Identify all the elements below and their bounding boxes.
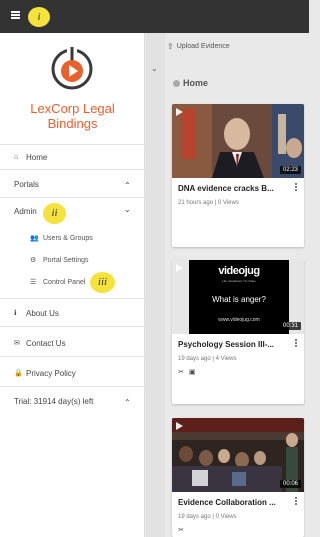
sidebar-divider: [0, 356, 145, 357]
scissors-icon: ✂: [178, 369, 184, 376]
video-card[interactable]: videojug Life. Explained. On Video What …: [172, 260, 304, 404]
annotation-marker-ii: ii: [43, 203, 66, 224]
chevron-down-icon[interactable]: ⌄: [124, 205, 131, 214]
sidebar-divider: [0, 169, 145, 170]
video-meta: 19 days ago | 4 Views: [178, 356, 237, 362]
video-url-text: www.videojug.com: [218, 317, 260, 323]
video-title[interactable]: Evidence Collaboration ...: [178, 498, 286, 507]
sidebar-divider: [0, 326, 145, 327]
annotation-marker-i: i: [28, 7, 50, 27]
section-header-home: Home: [173, 78, 208, 88]
lock-icon: 🔒: [14, 370, 23, 377]
sidebar-subitem-portal-settings[interactable]: ⚙ Portal Settings: [30, 256, 89, 266]
more-options-icon[interactable]: [295, 497, 298, 506]
gear-icon: ⚙: [30, 257, 37, 264]
brand-line-1: LexCorp Legal: [30, 101, 115, 116]
annotation-marker-iii: iii: [90, 272, 115, 293]
sidebar-item-portals-label: Portals: [14, 180, 39, 189]
video-duration: 00:31: [279, 322, 301, 330]
brand-name: LexCorp Legal Bindings: [0, 101, 145, 131]
video-brand-subtitle: Life. Explained. On Video: [222, 279, 256, 283]
control-panel-label: Control Panel: [43, 279, 86, 286]
sidebar-item-home[interactable]: ⌂ Home: [14, 152, 47, 164]
trial-status: Trial: 31914 day(s) left: [14, 396, 93, 408]
play-icon: [176, 264, 183, 272]
section-header-home-label: Home: [183, 78, 209, 88]
video-brand-text: videojug: [218, 265, 260, 277]
sidebar-divider: [0, 197, 145, 198]
sidebar-divider: [0, 386, 145, 387]
video-duration: 00:06: [279, 480, 301, 488]
caption-icon: ▣: [188, 369, 196, 376]
hamburger-menu-icon[interactable]: [11, 11, 20, 19]
list-icon: ☰: [30, 279, 37, 286]
users-groups-label: Users & Groups: [43, 235, 93, 242]
video-thumbnail[interactable]: 02:23: [172, 104, 304, 178]
upload-evidence-label: Upload Evidence: [176, 43, 230, 50]
sidebar-item-contact-us[interactable]: ✉ Contact Us: [14, 338, 66, 350]
scissors-icon: ✂: [178, 527, 184, 534]
play-icon: [176, 422, 183, 430]
video-title[interactable]: DNA evidence cracks B...: [178, 184, 286, 193]
more-options-icon[interactable]: [295, 183, 298, 192]
more-options-icon[interactable]: [295, 339, 298, 348]
video-meta: 21 hours ago | 0 Views: [178, 200, 239, 206]
sidebar-item-home-label: Home: [26, 153, 48, 162]
trial-status-label: Trial: 31914 day(s) left: [14, 397, 94, 406]
play-icon: [176, 108, 183, 116]
video-card[interactable]: 00:06 Evidence Collaboration ... 19 days…: [172, 418, 304, 537]
sidebar-divider: [0, 298, 145, 299]
about-us-label: About Us: [26, 309, 59, 318]
sidebar-toggle-gutter: [146, 33, 165, 537]
brand-line-2: Bindings: [47, 116, 98, 131]
sidebar-item-portals[interactable]: Portals: [14, 179, 39, 191]
chevron-down-icon[interactable]: ⌄: [151, 64, 158, 73]
video-thumbnail[interactable]: videojug Life. Explained. On Video What …: [172, 260, 304, 334]
sidebar-subitem-users-groups[interactable]: 👥 Users & Groups: [30, 234, 93, 244]
chevron-up-icon[interactable]: ⌃: [124, 398, 131, 407]
privacy-policy-label: Privacy Policy: [26, 369, 76, 378]
sidebar-item-admin-label: Admin: [14, 207, 37, 216]
video-duration: 02:23: [279, 166, 301, 174]
envelope-icon: ✉: [14, 340, 20, 347]
portal-settings-label: Portal Settings: [43, 257, 89, 264]
sidebar-item-privacy-policy[interactable]: 🔒 Privacy Policy: [14, 368, 76, 380]
video-thumbnail[interactable]: 00:06: [172, 418, 304, 492]
sidebar-item-about-us[interactable]: ℹ About Us: [14, 308, 59, 320]
video-title[interactable]: Psychology Session III-...: [178, 340, 286, 349]
info-icon: ℹ: [14, 310, 17, 317]
home-icon: ⌂: [14, 154, 19, 161]
sidebar-item-admin[interactable]: Admin: [14, 206, 37, 218]
video-attachment-icons: ✂ ▣: [178, 368, 196, 376]
upload-evidence-button[interactable]: ⇪ Upload Evidence: [167, 42, 230, 51]
contact-us-label: Contact Us: [26, 339, 66, 348]
video-frame: videojug Life. Explained. On Video What …: [189, 260, 289, 334]
video-meta: 19 days ago | 0 Views: [178, 514, 237, 520]
video-card[interactable]: 02:23 DNA evidence cracks B... 21 hours …: [172, 104, 304, 247]
video-attachment-icons: ✂: [178, 526, 184, 534]
chevron-up-icon[interactable]: ⌃: [124, 181, 131, 190]
sidebar-subitem-control-panel[interactable]: ☰ Control Panel: [30, 278, 85, 288]
users-icon: 👥: [30, 235, 39, 242]
sidebar-divider: [0, 144, 145, 145]
brand-logo-icon: [51, 47, 93, 90]
home-section-icon: [173, 79, 180, 87]
video-question-text: What is anger?: [212, 295, 266, 304]
upload-icon: ⇪: [167, 42, 174, 51]
